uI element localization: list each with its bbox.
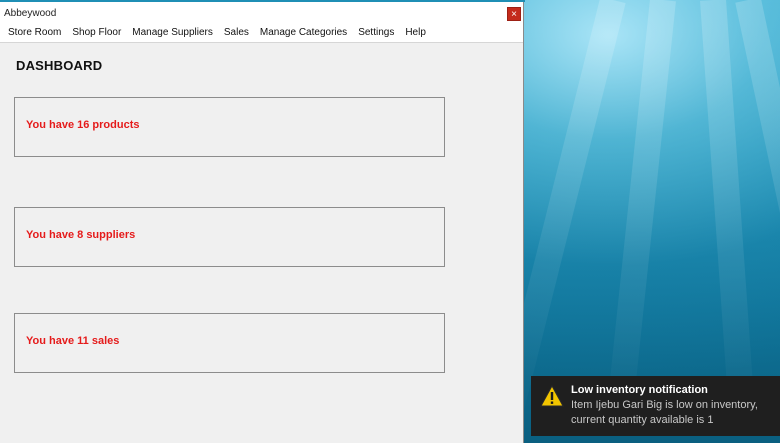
products-count-label: You have 16 products [26, 119, 140, 131]
toast-message: Item Ijebu Gari Big is low on inventory,… [571, 399, 758, 426]
products-stat-box: You have 16 products [14, 97, 445, 157]
menu-item-manage-suppliers[interactable]: Manage Suppliers [128, 24, 220, 42]
suppliers-stat-box: You have 8 suppliers [14, 207, 445, 267]
menu-bar: Store Room Shop Floor Manage Suppliers S… [0, 24, 523, 43]
page-title: DASHBOARD [16, 58, 103, 73]
close-button[interactable]: × [507, 7, 521, 21]
title-bar[interactable]: Abbeywood × [0, 2, 523, 24]
menu-item-settings[interactable]: Settings [354, 24, 401, 42]
window-title: Abbeywood [4, 8, 57, 19]
app-window: Abbeywood × Store Room Shop Floor Manage… [0, 2, 524, 443]
suppliers-count-label: You have 8 suppliers [26, 229, 136, 241]
warning-icon [540, 384, 564, 407]
menu-item-shop-floor[interactable]: Shop Floor [68, 24, 128, 42]
menu-item-manage-categories[interactable]: Manage Categories [256, 24, 354, 42]
menu-item-sales[interactable]: Sales [220, 24, 256, 42]
menu-item-help[interactable]: Help [401, 24, 433, 42]
sales-count-label: You have 11 sales [26, 335, 120, 347]
sales-stat-box: You have 11 sales [14, 313, 445, 373]
low-inventory-toast[interactable]: Low inventory notification Item Ijebu Ga… [531, 376, 780, 436]
dashboard-content: DASHBOARD You have 16 products You have … [0, 43, 523, 442]
toast-title: Low inventory notification [571, 384, 708, 396]
menu-item-store-room[interactable]: Store Room [4, 24, 68, 42]
